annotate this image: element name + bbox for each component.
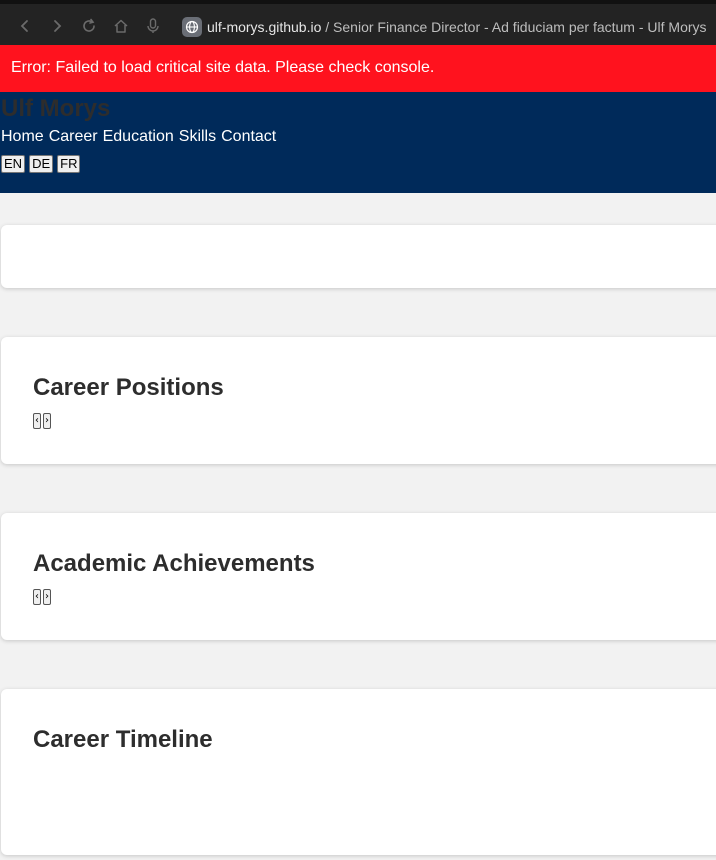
career-timeline-card: Career Timeline (1, 689, 716, 855)
career-positions-card: Career Positions ‹ › (1, 337, 716, 464)
career-positions-heading: Career Positions (33, 374, 224, 401)
academic-carousel-controls: ‹ › (33, 589, 51, 605)
nav-career-link[interactable]: Career (49, 128, 98, 146)
site-title: Ulf Morys (1, 95, 111, 122)
career-timeline-heading: Career Timeline (33, 726, 213, 753)
empty-section-card (1, 225, 716, 288)
address-bar[interactable]: ulf-morys.github.io / Senior Finance Dir… (182, 15, 707, 39)
forward-icon[interactable] (48, 17, 66, 35)
academic-next-button[interactable]: › (43, 589, 51, 605)
microphone-icon[interactable] (144, 17, 162, 35)
language-en-button[interactable]: EN (1, 155, 26, 173)
address-text: ulf-morys.github.io / Senior Finance Dir… (207, 19, 707, 35)
address-host: ulf-morys.github.io (207, 19, 322, 35)
nav-home-link[interactable]: Home (1, 128, 44, 146)
nav-contact-link[interactable]: Contact (221, 128, 276, 146)
academic-prev-button[interactable]: ‹ (33, 589, 41, 605)
main-nav: Home Career Education Skills Contact (1, 128, 276, 146)
career-prev-button[interactable]: ‹ (33, 413, 41, 429)
language-de-button[interactable]: DE (29, 155, 54, 173)
page-title-text: / Senior Finance Director - Ad fiduciam … (321, 19, 707, 35)
language-fr-button[interactable]: FR (57, 155, 81, 173)
browser-toolbar: ulf-morys.github.io / Senior Finance Dir… (0, 0, 716, 45)
academic-achievements-card: Academic Achievements ‹ › (1, 513, 716, 640)
home-icon[interactable] (112, 17, 130, 35)
academic-achievements-heading: Academic Achievements (33, 550, 315, 577)
language-switcher: EN DE FR (1, 155, 81, 173)
career-carousel-controls: ‹ › (33, 413, 51, 429)
site-header: Ulf Morys Home Career Education Skills C… (0, 92, 716, 193)
globe-icon (182, 17, 202, 37)
reload-icon[interactable] (80, 17, 98, 35)
nav-education-link[interactable]: Education (103, 128, 174, 146)
back-icon[interactable] (16, 17, 34, 35)
career-next-button[interactable]: › (43, 413, 51, 429)
nav-skills-link[interactable]: Skills (179, 128, 216, 146)
error-banner: Error: Failed to load critical site data… (0, 45, 716, 92)
